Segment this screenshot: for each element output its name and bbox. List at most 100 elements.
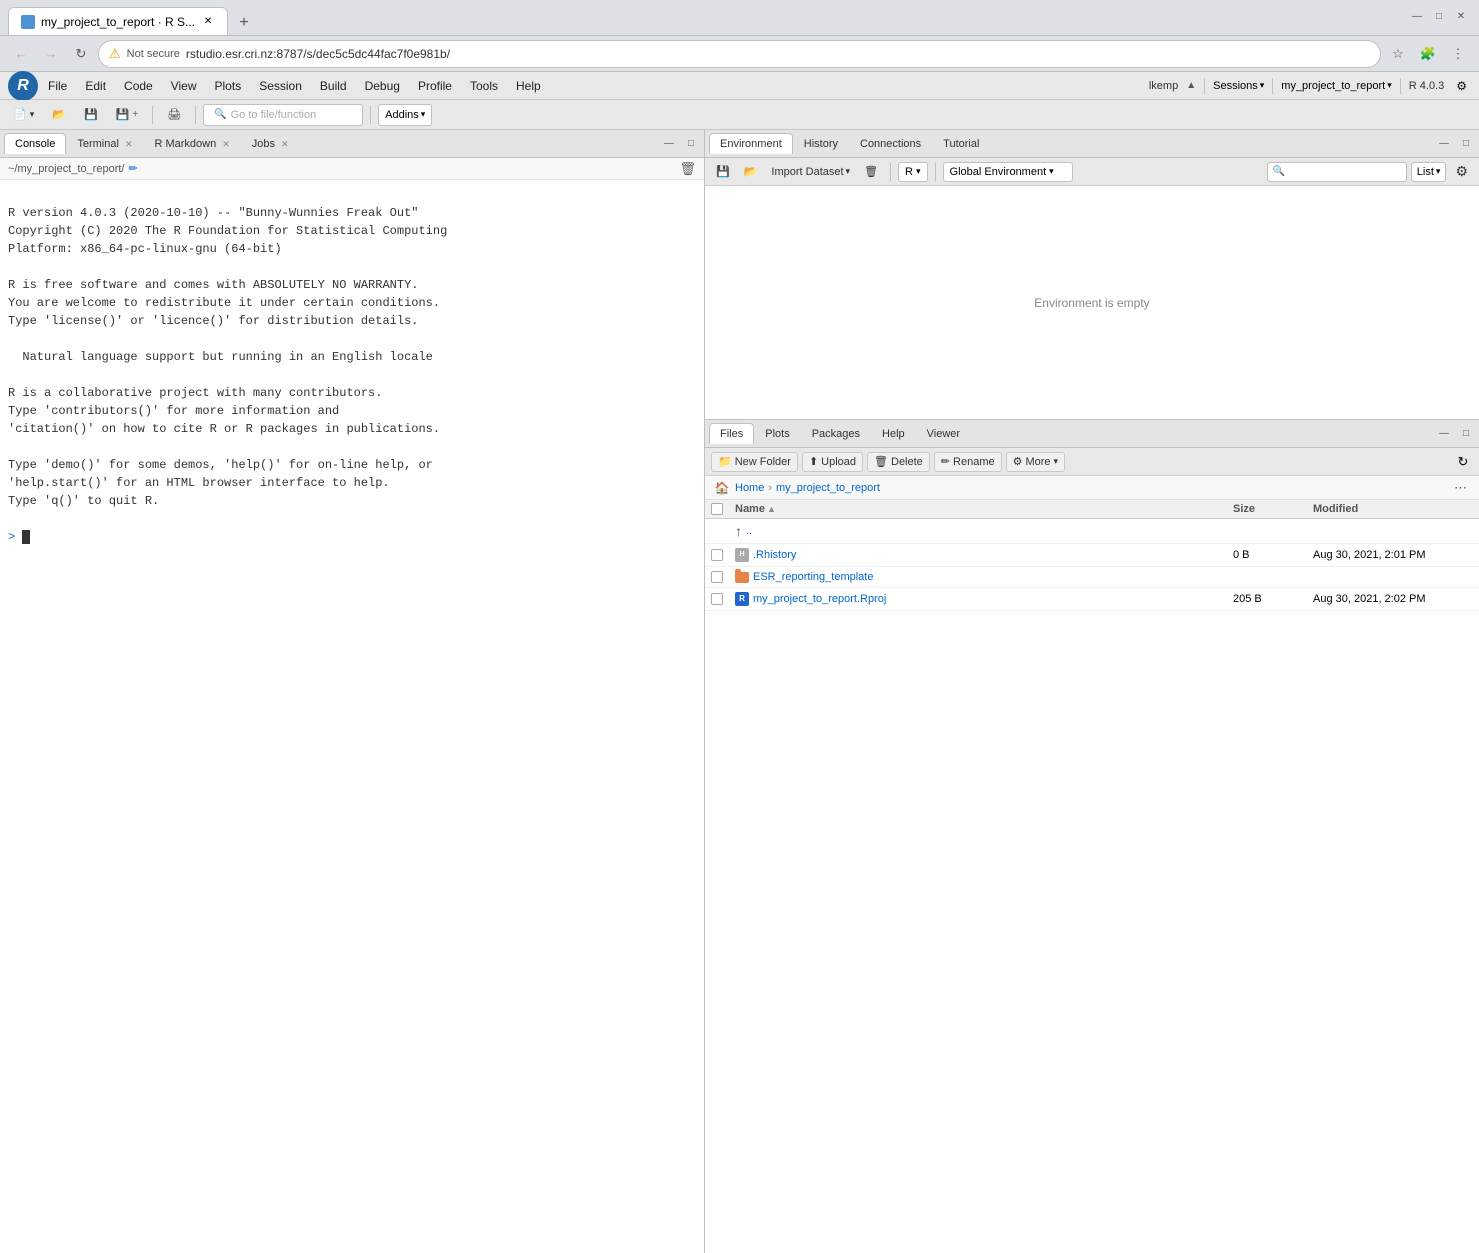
rproj-link[interactable]: R my_project_to_report.Rproj xyxy=(735,592,1233,606)
tab-plots[interactable]: Plots xyxy=(754,423,800,444)
window-maximize-button[interactable]: □ xyxy=(1429,6,1449,26)
breadcrumb-project[interactable]: my_project_to_report xyxy=(776,482,880,494)
rproj-checkbox-area[interactable] xyxy=(711,593,735,605)
extensions-button[interactable]: 🧩 xyxy=(1415,41,1441,67)
files-header-name[interactable]: Name ▲ xyxy=(735,503,1233,515)
print-button[interactable]: 🖨 xyxy=(160,104,188,126)
reload-button[interactable]: ↻ xyxy=(68,41,94,67)
console-line: R is a collaborative project with many c… xyxy=(8,384,696,402)
menu-session[interactable]: Session xyxy=(251,76,310,96)
tab-files[interactable]: Files xyxy=(709,423,754,444)
maximize-right-bottom-button[interactable]: □ xyxy=(1457,425,1475,443)
home-button[interactable]: 🏠 xyxy=(713,479,731,497)
menu-view[interactable]: View xyxy=(163,76,205,96)
menu-help[interactable]: Help xyxy=(508,76,549,96)
window-minimize-button[interactable]: — xyxy=(1407,6,1427,26)
browser-tab[interactable]: my_project_to_report · R S... ✕ xyxy=(8,7,228,35)
new-folder-button[interactable]: 📁 New Folder xyxy=(711,452,798,472)
table-row[interactable]: H .Rhistory 0 B Aug 30, 2021, 2:01 PM xyxy=(705,544,1479,567)
back-button[interactable]: ← xyxy=(8,41,34,67)
upload-button[interactable]: ⬆ Upload xyxy=(802,452,863,472)
tab-packages[interactable]: Packages xyxy=(801,423,871,444)
tab-history[interactable]: History xyxy=(793,133,849,154)
addins-dropdown[interactable]: Addins ▾ xyxy=(378,104,432,126)
rproj-checkbox[interactable] xyxy=(711,593,723,605)
save-icon: 💾 xyxy=(84,108,98,121)
menu-plots[interactable]: Plots xyxy=(207,76,250,96)
collapse-right-bottom-button[interactable]: — xyxy=(1435,425,1453,443)
more-button[interactable]: ⚙ More ▾ xyxy=(1006,452,1065,472)
esr-checkbox[interactable] xyxy=(711,571,723,583)
tab-close-button[interactable]: ✕ xyxy=(201,15,215,29)
rhistory-link[interactable]: H .Rhistory xyxy=(735,548,1233,562)
global-env-selector[interactable]: Global Environment ▾ xyxy=(943,162,1073,182)
settings-button[interactable]: ⚙ xyxy=(1452,77,1471,95)
tab-console[interactable]: Console xyxy=(4,133,66,154)
env-list-button[interactable]: List ▾ xyxy=(1411,162,1447,182)
files-select-all-checkbox[interactable] xyxy=(711,503,723,515)
window-close-button[interactable]: ✕ xyxy=(1451,6,1471,26)
console-path: ~/my_project_to_report/ xyxy=(8,163,124,175)
env-options-button[interactable]: ⚙ xyxy=(1450,162,1473,182)
tab-rmarkdown-close[interactable]: ✕ xyxy=(222,139,230,150)
console-output[interactable]: R version 4.0.3 (2020-10-10) -- "Bunny-W… xyxy=(0,180,704,1253)
edit-path-icon[interactable]: ✏ xyxy=(128,162,137,175)
tab-terminal[interactable]: Terminal ✕ xyxy=(66,133,143,154)
tab-viewer[interactable]: Viewer xyxy=(916,423,971,444)
rhistory-checkbox-area[interactable] xyxy=(711,549,735,561)
clear-console-button[interactable]: 🗑 xyxy=(679,161,696,177)
maximize-right-top-button[interactable]: □ xyxy=(1457,135,1475,153)
forward-button[interactable]: → xyxy=(38,41,64,67)
new-script-button[interactable]: 📄 ▾ xyxy=(6,104,41,126)
menu-edit[interactable]: Edit xyxy=(77,76,114,96)
files-refresh-button[interactable]: ↻ xyxy=(1453,452,1473,472)
save-all-button[interactable]: 💾 + xyxy=(109,104,146,126)
tab-rmarkdown[interactable]: R Markdown ✕ xyxy=(143,133,240,154)
new-tab-button[interactable]: + xyxy=(232,11,256,35)
bookmark-button[interactable]: ☆ xyxy=(1385,41,1411,67)
tab-jobs[interactable]: Jobs ✕ xyxy=(241,133,300,154)
menu-code[interactable]: Code xyxy=(116,76,161,96)
table-row[interactable]: R my_project_to_report.Rproj 205 B Aug 3… xyxy=(705,588,1479,611)
collapse-left-button[interactable]: — xyxy=(660,135,678,153)
menu-build[interactable]: Build xyxy=(312,76,355,96)
save-button[interactable]: 💾 xyxy=(77,104,105,126)
project-selector[interactable]: my_project_to_report ▾ xyxy=(1281,80,1391,92)
goto-file-button[interactable]: 🔍 Go to file/function xyxy=(203,104,363,126)
maximize-left-button[interactable]: □ xyxy=(682,135,700,153)
save-env-button[interactable]: 💾 xyxy=(711,162,735,182)
tab-terminal-close[interactable]: ✕ xyxy=(125,139,133,150)
tab-jobs-close[interactable]: ✕ xyxy=(281,139,289,150)
tab-tutorial[interactable]: Tutorial xyxy=(932,133,990,154)
open-file-button[interactable]: 📂 xyxy=(45,104,73,126)
collapse-right-top-button[interactable]: — xyxy=(1435,135,1453,153)
import-dataset-button[interactable]: Import Dataset ▾ xyxy=(766,162,855,182)
import-dataset-arrow: ▾ xyxy=(846,166,851,177)
files-options-button[interactable]: ⋯ xyxy=(1450,478,1471,498)
load-env-button[interactable]: 📂 xyxy=(739,162,763,182)
table-row[interactable]: ESR_reporting_template xyxy=(705,567,1479,588)
breadcrumb-home[interactable]: Home xyxy=(735,482,764,494)
tab-help[interactable]: Help xyxy=(871,423,916,444)
env-r-selector[interactable]: R ▾ xyxy=(898,162,927,182)
files-name-label: Name xyxy=(735,503,765,515)
sessions-button[interactable]: Sessions ▾ xyxy=(1213,80,1264,92)
rename-button[interactable]: ✏ Rename xyxy=(934,452,1002,472)
clear-env-button[interactable]: 🗑 xyxy=(859,162,883,182)
console-line: 'help.start()' for an HTML browser inter… xyxy=(8,474,696,492)
browser-menu-button[interactable]: ⋮ xyxy=(1445,41,1471,67)
menu-tools[interactable]: Tools xyxy=(462,76,506,96)
menu-file[interactable]: File xyxy=(40,76,75,96)
menu-debug[interactable]: Debug xyxy=(357,76,408,96)
tab-connections[interactable]: Connections xyxy=(849,133,932,154)
rhistory-checkbox[interactable] xyxy=(711,549,723,561)
env-search-box[interactable]: 🔍 xyxy=(1267,162,1407,182)
rproj-size: 205 B xyxy=(1233,593,1313,605)
esr-checkbox-area[interactable] xyxy=(711,571,735,583)
menu-profile[interactable]: Profile xyxy=(410,76,460,96)
table-row[interactable]: ↑ .. xyxy=(705,519,1479,544)
tab-environment[interactable]: Environment xyxy=(709,133,793,154)
parent-dir-link[interactable]: ↑ .. xyxy=(735,523,1233,539)
delete-button[interactable]: 🗑 Delete xyxy=(867,452,930,472)
esr-folder-link[interactable]: ESR_reporting_template xyxy=(735,571,1233,583)
